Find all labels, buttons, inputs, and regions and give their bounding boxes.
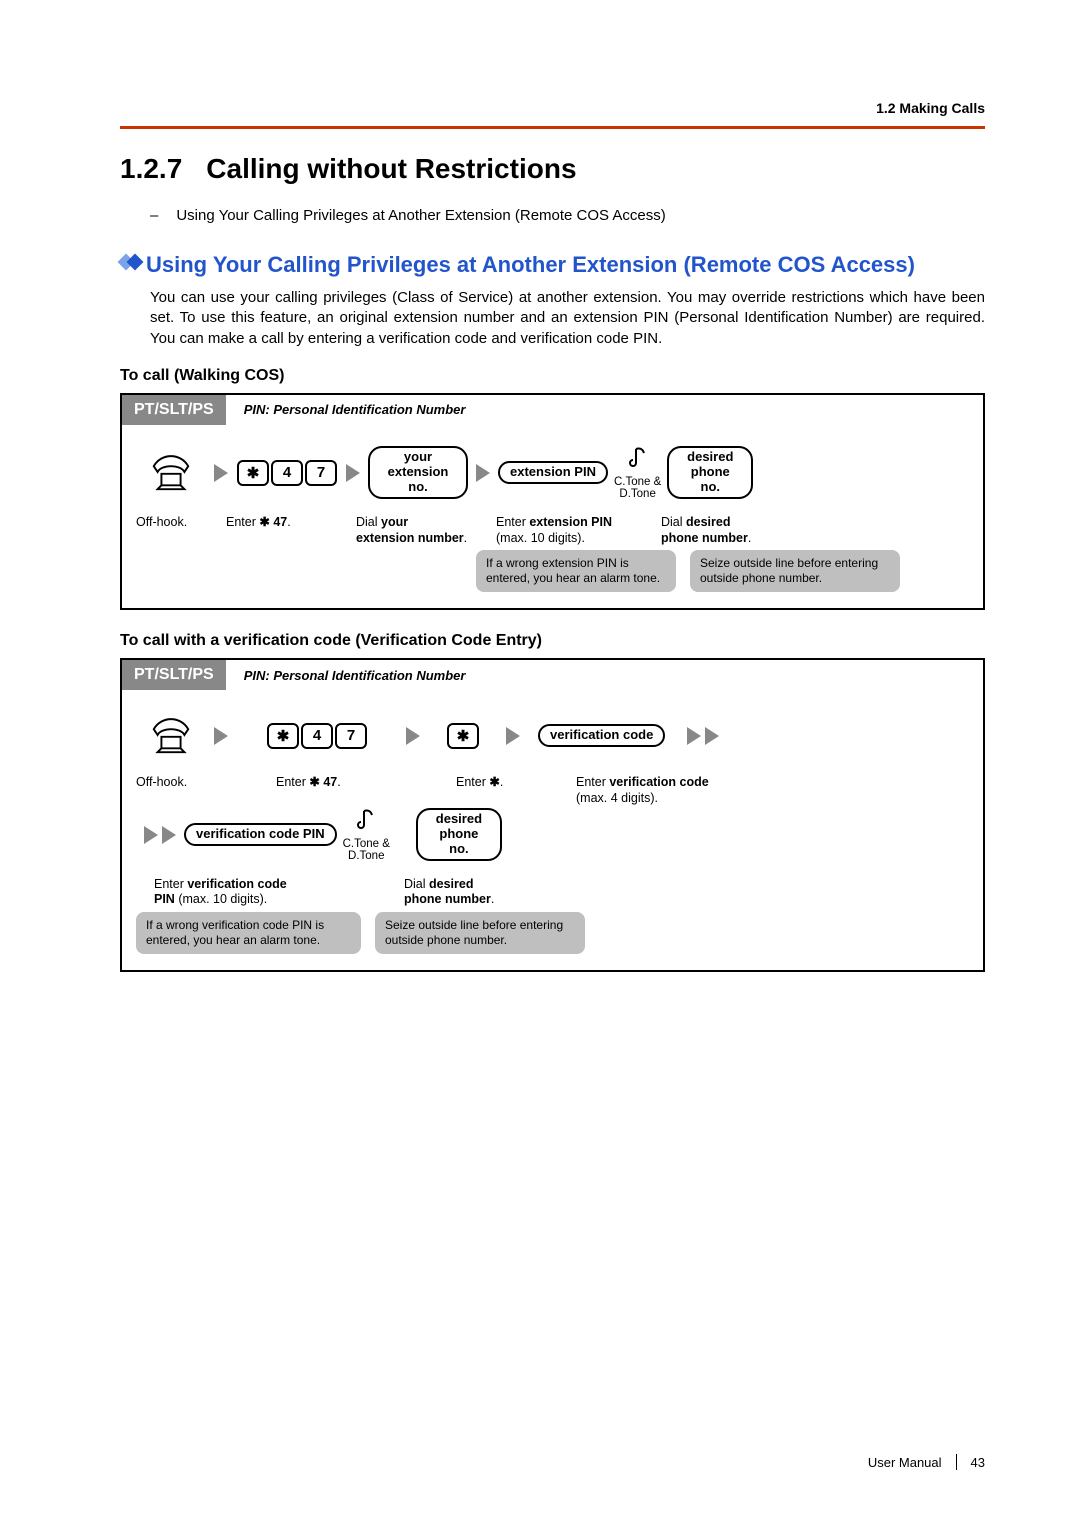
arrow-icon: [506, 727, 520, 745]
caption-dial-phone: Dial desiredphone number.: [404, 877, 564, 908]
tone-icon: [628, 445, 648, 474]
note-wrong-vc-pin: If a wrong verification code PIN is ente…: [136, 912, 361, 954]
arrow-icon: [406, 727, 420, 745]
bubble-desired-phone: desired phone no.: [667, 446, 753, 499]
divider-rule: [120, 126, 985, 129]
caption-offhook: Off-hook.: [136, 515, 226, 546]
procedure-heading-2: To call with a verification code (Verifi…: [120, 632, 985, 650]
caption-enter-vc: Enter verification code(max. 4 digits).: [576, 775, 776, 806]
caption-offhook: Off-hook.: [136, 775, 276, 806]
arrow-icon: [346, 464, 360, 482]
subsection-heading: Using Your Calling Privileges at Another…: [120, 252, 985, 278]
body-paragraph: You can use your calling privileges (Cla…: [150, 288, 985, 349]
breadcrumb: 1.2 Making Calls: [120, 100, 985, 116]
bubble-verification-pin: verification code PIN: [184, 823, 337, 846]
caption-enter47: Enter ✱ 47.: [276, 775, 456, 806]
arrow-icon: [214, 464, 228, 482]
caption-enter-vcp: Enter verification codePIN (max. 10 digi…: [154, 877, 404, 908]
arrow-icon: [687, 727, 701, 745]
key-sequence: ✱ 4 7: [236, 460, 338, 486]
bubble-your-extension: your extension no.: [368, 446, 468, 499]
bubble-verification-code: verification code: [538, 724, 665, 747]
procedure-heading-1: To call (Walking COS): [120, 367, 985, 385]
key-star: ✱: [447, 723, 479, 749]
note-seize-line: Seize outside line before entering outsi…: [690, 550, 900, 592]
caption-enter-star: Enter ✱.: [456, 775, 576, 806]
arrow-icon: [214, 727, 228, 745]
caption-dial-ext: Dial yourextension number.: [356, 515, 496, 546]
bubble-desired-phone: desired phone no.: [416, 808, 502, 861]
device-tag: PT/SLT/PS: [122, 660, 226, 690]
key-sequence: ✱ 4 7: [266, 723, 368, 749]
caption-dial-phone: Dial desiredphone number.: [661, 515, 821, 546]
toc-entry: –Using Your Calling Privileges at Anothe…: [150, 207, 985, 224]
diagram-verification-code: PT/SLT/PS PIN: Personal Identification N…: [120, 658, 985, 972]
note-wrong-pin: If a wrong extension PIN is entered, you…: [476, 550, 676, 592]
page-footer: User Manual 43: [868, 1454, 985, 1470]
note-seize-line: Seize outside line before entering outsi…: [375, 912, 585, 954]
pin-note: PIN: Personal Identification Number: [244, 402, 466, 417]
caption-enter47: Enter ✱ 47.: [226, 515, 356, 546]
device-tag: PT/SLT/PS: [122, 395, 226, 425]
arrow-icon: [476, 464, 490, 482]
diagram-walking-cos: PT/SLT/PS PIN: Personal Identification N…: [120, 393, 985, 611]
arrow-icon: [144, 826, 158, 844]
offhook-icon: [148, 447, 194, 498]
caption-enter-pin: Enter extension PIN(max. 10 digits).: [496, 515, 661, 546]
arrow-icon: [162, 826, 176, 844]
page-title: 1.2.7Calling without Restrictions: [120, 153, 985, 185]
arrow-icon: [705, 727, 719, 745]
tone-icon: [356, 807, 376, 836]
offhook-icon: [148, 710, 194, 761]
bubble-extension-pin: extension PIN: [498, 461, 608, 484]
pin-note: PIN: Personal Identification Number: [244, 668, 466, 683]
diamond-icon: [120, 256, 138, 268]
